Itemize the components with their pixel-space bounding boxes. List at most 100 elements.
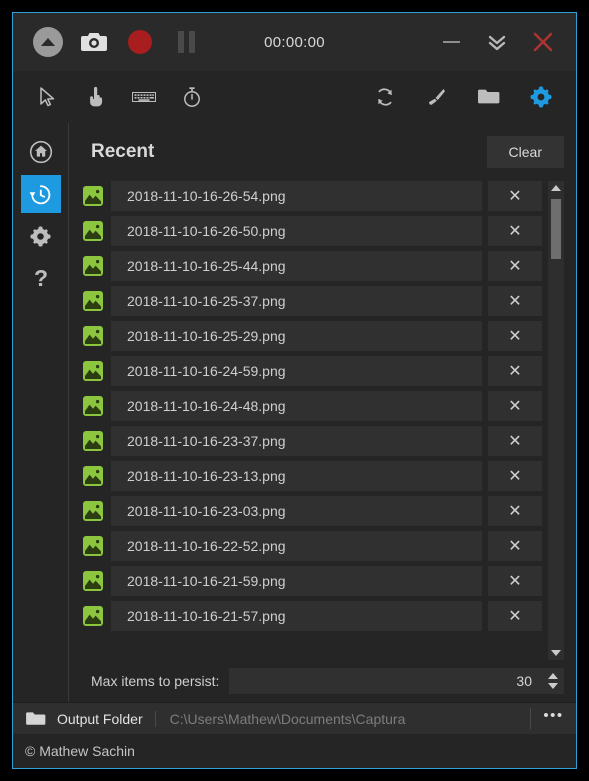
keystrokes-toggle-button[interactable] [131, 84, 157, 110]
folder-icon-wrap [13, 710, 57, 728]
remove-item-button[interactable]: ✕ [488, 531, 542, 561]
recent-list-item: 2018-11-10-16-25-29.png ✕ [83, 321, 542, 351]
body-area: ? Recent Clear 2018-11-10-16-26-54.png ✕ 2… [13, 123, 576, 702]
minimize-icon [442, 41, 460, 43]
recent-list-item: 2018-11-10-16-24-59.png ✕ [83, 356, 542, 386]
recent-list-item: 2018-11-10-16-23-37.png ✕ [83, 426, 542, 456]
sidebar-item-about[interactable]: ? [21, 259, 61, 297]
minimize-button[interactable] [428, 19, 474, 65]
gear-icon [530, 86, 552, 108]
max-items-input[interactable] [482, 673, 532, 689]
cursor-toggle-button[interactable] [35, 84, 61, 110]
close-icon: ✕ [508, 363, 522, 380]
close-button[interactable] [520, 19, 566, 65]
recent-item-filename[interactable]: 2018-11-10-16-25-37.png [111, 286, 482, 316]
open-folder-button[interactable] [476, 84, 502, 110]
refresh-icon [378, 88, 392, 106]
remove-item-button[interactable]: ✕ [488, 601, 542, 631]
chevron-double-down-icon [488, 35, 506, 51]
stepper-down-icon[interactable] [548, 683, 558, 689]
keyboard-icon [132, 92, 156, 102]
recent-item-filename[interactable]: 2018-11-10-16-26-50.png [111, 216, 482, 246]
toolbar-left-group [13, 84, 205, 110]
settings-button[interactable] [528, 84, 554, 110]
remove-item-button[interactable]: ✕ [488, 461, 542, 491]
recent-list-scrollbar[interactable] [548, 181, 564, 660]
folder-icon [26, 711, 46, 725]
refresh-button[interactable] [372, 84, 398, 110]
recent-item-filename[interactable]: 2018-11-10-16-21-59.png [111, 566, 482, 596]
remove-item-button[interactable]: ✕ [488, 321, 542, 351]
screenshot-button[interactable] [71, 19, 117, 65]
output-folder-bar: Output Folder C:\Users\Mathew\Documents\… [13, 702, 576, 734]
close-icon: ✕ [508, 293, 522, 310]
max-items-field[interactable] [229, 668, 542, 694]
pause-button[interactable] [163, 19, 209, 65]
remove-item-button[interactable]: ✕ [488, 496, 542, 526]
remove-item-button[interactable]: ✕ [488, 181, 542, 211]
remove-item-button[interactable]: ✕ [488, 251, 542, 281]
click-toggle-button[interactable] [83, 84, 109, 110]
collapse-button[interactable] [474, 19, 520, 65]
recent-item-filename[interactable]: 2018-11-10-16-23-03.png [111, 496, 482, 526]
remove-item-button[interactable]: ✕ [488, 216, 542, 246]
record-button[interactable] [117, 19, 163, 65]
remove-item-button[interactable]: ✕ [488, 286, 542, 316]
remove-item-button[interactable]: ✕ [488, 391, 542, 421]
recent-item-filename[interactable]: 2018-11-10-16-21-57.png [111, 601, 482, 631]
history-icon [29, 184, 51, 204]
recent-item-filename[interactable]: 2018-11-10-16-26-54.png [111, 181, 482, 211]
remove-item-button[interactable]: ✕ [488, 426, 542, 456]
titlebar-left-controls [13, 19, 209, 65]
pen-button[interactable] [424, 84, 450, 110]
recent-list: 2018-11-10-16-26-54.png ✕ 2018-11-10-16-26… [83, 181, 542, 660]
home-icon [29, 140, 52, 164]
recent-list-item: 2018-11-10-16-26-54.png ✕ [83, 181, 542, 211]
toolbar-right-group [372, 84, 576, 110]
recent-item-filename[interactable]: 2018-11-10-16-25-44.png [111, 251, 482, 281]
close-icon: ✕ [508, 258, 522, 275]
close-icon: ✕ [508, 328, 522, 345]
stepper-up-icon[interactable] [548, 673, 558, 679]
recent-item-filename[interactable]: 2018-11-10-16-25-29.png [111, 321, 482, 351]
recent-item-filename[interactable]: 2018-11-10-16-23-37.png [111, 426, 482, 456]
recent-item-filename[interactable]: 2018-11-10-16-22-52.png [111, 531, 482, 561]
output-folder-label[interactable]: Output Folder [57, 710, 156, 727]
sidebar-item-settings[interactable] [21, 217, 61, 255]
close-icon [533, 32, 553, 52]
image-thumbnail-icon [83, 326, 103, 346]
close-icon: ✕ [508, 573, 522, 590]
remove-item-button[interactable]: ✕ [488, 356, 542, 386]
scrollbar-thumb[interactable] [551, 199, 561, 259]
expand-collapse-button[interactable] [25, 19, 71, 65]
scroll-up-button[interactable] [551, 181, 561, 195]
title-bar: 00:00:00 [13, 13, 576, 71]
stopwatch-icon [184, 87, 200, 107]
remove-item-button[interactable]: ✕ [488, 566, 542, 596]
recent-item-filename[interactable]: 2018-11-10-16-24-48.png [111, 391, 482, 421]
close-icon: ✕ [508, 433, 522, 450]
close-icon: ✕ [508, 223, 522, 240]
recent-item-filename[interactable]: 2018-11-10-16-24-59.png [111, 356, 482, 386]
recent-list-item: 2018-11-10-16-21-57.png ✕ [83, 601, 542, 631]
pause-icon [177, 31, 195, 53]
sidebar: ? [13, 123, 69, 702]
sidebar-item-recent[interactable] [20, 175, 61, 213]
recent-list-item: 2018-11-10-16-25-37.png ✕ [83, 286, 542, 316]
image-thumbnail-icon [83, 501, 103, 521]
recent-item-filename[interactable]: 2018-11-10-16-23-13.png [111, 461, 482, 491]
image-thumbnail-icon [83, 361, 103, 381]
timer-button[interactable] [179, 84, 205, 110]
close-icon: ✕ [508, 538, 522, 555]
output-folder-more-button[interactable]: ••• [530, 708, 576, 729]
image-thumbnail-icon [83, 431, 103, 451]
sidebar-item-home[interactable] [21, 133, 61, 171]
app-window: 00:00:00 ? Recent Clear 2018-11-10-16-26… [12, 12, 577, 769]
max-items-stepper[interactable] [542, 668, 564, 694]
recent-list-wrapper: 2018-11-10-16-26-54.png ✕ 2018-11-10-16-26… [83, 181, 576, 660]
scroll-down-button[interactable] [551, 646, 561, 660]
clear-button[interactable]: Clear [486, 136, 564, 168]
close-icon: ✕ [508, 468, 522, 485]
scrollbar-track[interactable] [548, 195, 564, 646]
image-thumbnail-icon [83, 221, 103, 241]
